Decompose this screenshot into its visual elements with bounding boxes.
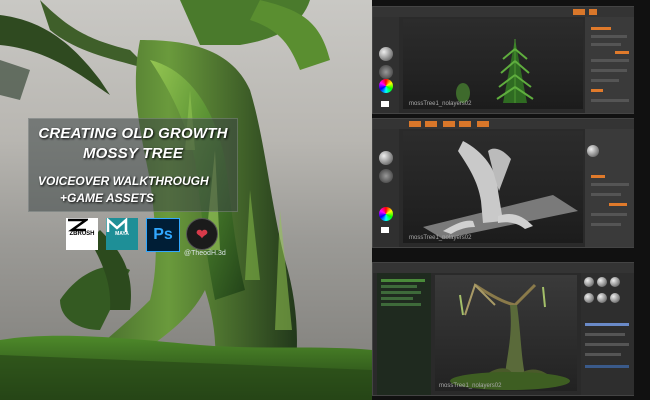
outliner-panel[interactable] — [377, 273, 431, 395]
color-swatch[interactable] — [381, 101, 389, 107]
material-icon[interactable] — [610, 277, 620, 287]
menu-tab[interactable] — [443, 121, 455, 127]
zbrush-window-1: mossTree1_nolayers02 — [372, 6, 636, 114]
stroke-icon[interactable] — [379, 65, 393, 79]
material-icon[interactable] — [587, 145, 599, 157]
trunk-scene — [423, 141, 578, 239]
material-icon[interactable] — [584, 277, 594, 287]
title-line-1: CREATING OLD GROWTH — [38, 125, 228, 142]
left-toolbar — [373, 129, 399, 247]
maya-logo: MAYA — [106, 218, 138, 250]
right-panel — [585, 17, 635, 113]
brush-icon[interactable] — [379, 151, 393, 165]
menu-tab[interactable] — [589, 9, 597, 15]
right-border — [634, 0, 650, 400]
editor-window-3: mossTree1_nolayers02 — [372, 262, 636, 396]
stroke-icon[interactable] — [379, 169, 393, 183]
document-name: mossTree1_nolayers02 — [409, 235, 472, 241]
artist-avatar: ❤ — [186, 218, 218, 250]
photoshop-logo: Ps — [146, 218, 180, 252]
left-toolbar — [373, 17, 399, 113]
material-icon[interactable] — [584, 293, 594, 303]
zbrush-logo: ZBRUSH — [66, 218, 98, 250]
menu-tab[interactable] — [477, 121, 489, 127]
zbrush-icon — [68, 218, 88, 232]
menu-tab[interactable] — [459, 121, 471, 127]
heart-icon: ❤ — [196, 225, 208, 242]
zbrush-window-2: mossTree1_nolayers02 — [372, 118, 636, 248]
tree-trunk-model — [505, 305, 525, 375]
subtitle-line-1: VOICEOVER WALKTHROUGH — [38, 174, 209, 188]
material-icon[interactable] — [610, 293, 620, 303]
maya-icon — [106, 218, 128, 232]
menu-bar[interactable] — [373, 263, 635, 273]
menu-tab[interactable] — [425, 121, 437, 127]
mossy-tree-render: CREATING OLD GROWTH MOSSY TREE VOICEOVER… — [0, 0, 372, 400]
viewport[interactable] — [403, 131, 583, 243]
fern-scene — [456, 39, 534, 103]
viewport[interactable] — [403, 19, 583, 109]
material-icon[interactable] — [597, 293, 607, 303]
thumbnail: CREATING OLD GROWTH MOSSY TREE VOICEOVER… — [0, 0, 650, 400]
title-line-2: MOSSY TREE — [82, 145, 184, 162]
bush-model — [456, 83, 470, 103]
menu-bar[interactable] — [373, 7, 635, 17]
menu-tab[interactable] — [409, 121, 421, 127]
document-name: mossTree1_nolayers02 — [409, 101, 472, 107]
material-icon[interactable] — [597, 277, 607, 287]
menu-tab[interactable] — [573, 9, 585, 15]
material-panel — [581, 273, 635, 395]
color-picker-icon[interactable] — [379, 207, 393, 221]
subtitle-line-2: +GAME ASSETS — [60, 191, 154, 205]
artist-handle: @TheodH.3d — [184, 250, 226, 257]
tree-scene — [450, 283, 570, 390]
document-name: mossTree1_nolayers02 — [439, 383, 502, 389]
color-picker-icon[interactable] — [379, 79, 393, 93]
viewport[interactable] — [435, 275, 577, 391]
menu-bar[interactable] — [373, 119, 635, 129]
right-panel — [585, 129, 635, 247]
brush-icon[interactable] — [379, 47, 393, 61]
color-swatch[interactable] — [381, 227, 389, 233]
